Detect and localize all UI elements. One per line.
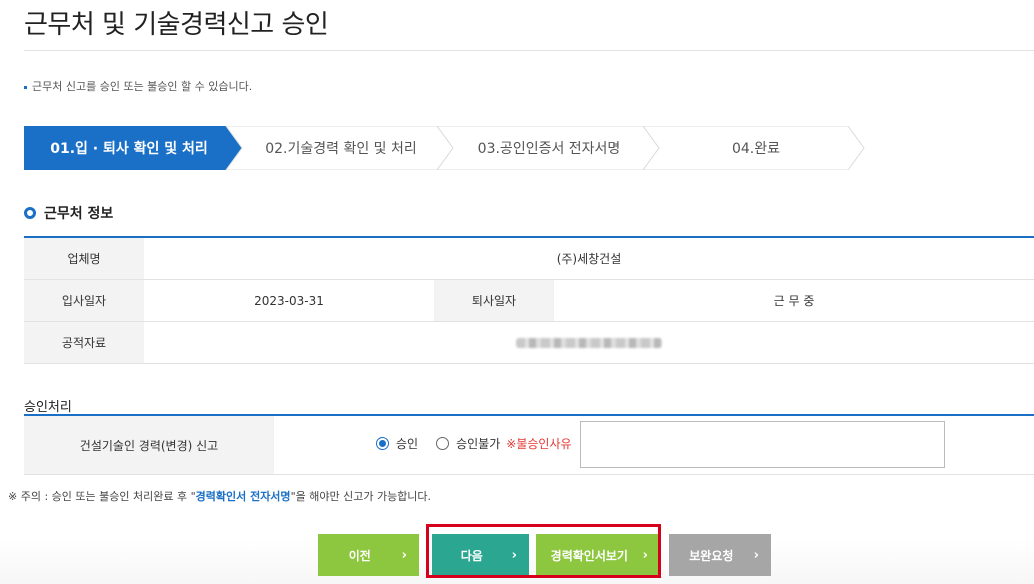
warning-highlight: 경력확인서 전자서명 (195, 490, 291, 503)
chevron-right-icon: › (753, 547, 759, 563)
join-date-value: 2023-03-31 (144, 279, 434, 322)
warning-suffix: "을 해야만 신고가 가능합니다. (290, 490, 432, 503)
prev-button-label: 이전 (348, 548, 371, 563)
approval-row-label: 건설기술인 경력(변경) 신고 (24, 416, 274, 474)
redacted-text (516, 338, 662, 348)
approve-radio-label[interactable]: 승인 (396, 435, 418, 452)
title-divider (24, 50, 1034, 51)
company-value: (주)세창건설 (144, 237, 1034, 280)
leave-date-label: 퇴사일자 (434, 279, 554, 322)
approval-row: 건설기술인 경력(변경) 신고 승인 승인불가 ※불승인사유 (24, 416, 1034, 475)
page-note-text: 근무처 신고를 승인 또는 불승인 할 수 있습니다. (32, 80, 253, 93)
reject-reason-input[interactable] (580, 421, 945, 468)
step-4: 04.완료 (731, 141, 781, 157)
step-progress-bar: 01.입 · 퇴사 확인 및 처리 02.기술경력 확인 및 처리 03.공인인… (24, 126, 865, 170)
public-doc-label: 공적자료 (24, 321, 144, 364)
leave-date-value: 근 무 중 (554, 279, 1034, 322)
warning-text: ※ 주의 : 승인 또는 불승인 처리완료 후 "경력확인서 전자서명"을 해야… (8, 488, 431, 504)
chevron-right-icon: › (401, 547, 407, 563)
step-2: 02.기술경력 확인 및 처리 (265, 141, 417, 157)
page-title: 근무처 및 기술경력신고 승인 (24, 10, 329, 40)
workplace-info-table: 업체명 (주)세창건설 입사일자 2023-03-31 퇴사일자 근 무 중 공… (24, 236, 1034, 364)
reject-radio-label[interactable]: 승인불가 (456, 435, 500, 452)
approval-section-title: 승인처리 (24, 400, 72, 415)
approval-radio-group: 승인 승인불가 ※불승인사유 (376, 435, 572, 452)
approve-radio[interactable] (376, 437, 389, 450)
workplace-section-title: 근무처 정보 (44, 206, 114, 222)
workplace-section-heading: 근무처 정보 (24, 203, 113, 223)
join-date-label: 입사일자 (24, 279, 144, 322)
company-label: 업체명 (24, 237, 144, 280)
table-row: 입사일자 2023-03-31 퇴사일자 근 무 중 (24, 279, 1034, 322)
step-3: 03.공인인증서 전자서명 (477, 141, 621, 157)
reject-reason-label: ※불승인사유 (506, 437, 572, 451)
highlight-box (426, 524, 661, 578)
supplement-request-button[interactable]: 보완요청 › (669, 534, 771, 576)
table-row: 공적자료 (24, 321, 1034, 364)
prev-button[interactable]: 이전 › (318, 534, 419, 576)
public-doc-value (144, 321, 1034, 364)
step-1: 01.입 · 퇴사 확인 및 처리 (50, 141, 208, 157)
circle-bullet-icon (24, 207, 36, 219)
reject-radio[interactable] (436, 437, 450, 450)
table-row: 업체명 (주)세창건설 (24, 237, 1034, 280)
page-note: 근무처 신고를 승인 또는 불승인 할 수 있습니다. (24, 78, 252, 94)
supplement-request-button-label: 보완요청 (689, 548, 734, 563)
warning-prefix: ※ 주의 : 승인 또는 불승인 처리완료 후 " (8, 490, 196, 503)
bullet-icon (24, 85, 27, 89)
